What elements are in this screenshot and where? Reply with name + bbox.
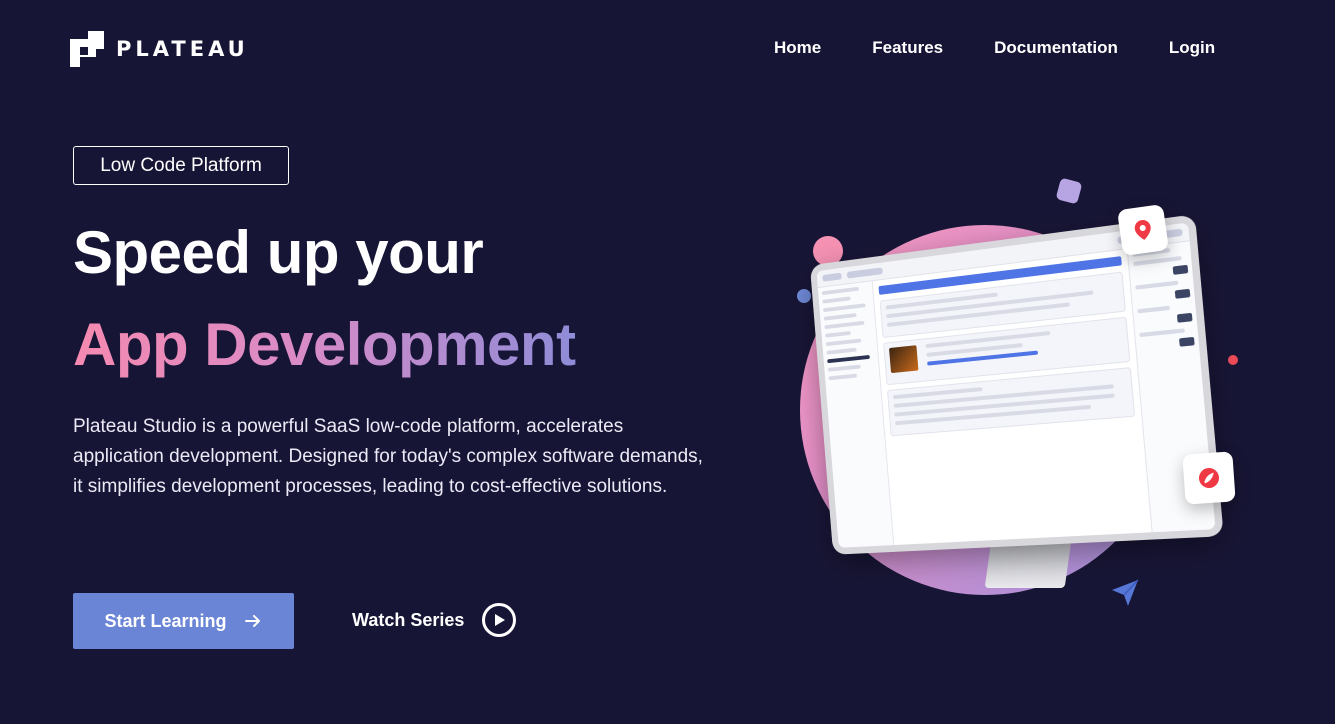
plateau-logo-icon [70,31,104,67]
nav-home[interactable]: Home [774,38,821,58]
watch-series-button[interactable]: Watch Series [352,603,517,637]
nav-login[interactable]: Login [1169,38,1215,58]
logo-text: PLATEAU [116,37,249,61]
headline-line-2: App Development [73,311,576,378]
headline-line-1: Speed up your [73,219,484,286]
location-pin-icon [1199,468,1219,488]
monitor-stand [984,540,1072,588]
nav-features[interactable]: Features [872,38,943,58]
app-screenshot [816,222,1216,548]
paper-plane-icon [1112,579,1139,606]
decor-dot-blue [797,289,811,303]
nav-documentation[interactable]: Documentation [994,38,1118,58]
main-nav: Home Features Documentation Login [774,38,1215,58]
start-learning-button[interactable]: Start Learning [73,593,294,649]
location-badge [1117,204,1169,256]
play-icon [482,603,517,637]
decor-dot-red [1228,355,1238,365]
logo[interactable]: PLATEAU [70,31,249,67]
category-tag: Low Code Platform [73,146,289,185]
decor-square [1055,177,1083,205]
location-pin-icon [1134,220,1151,240]
hero-description: Plateau Studio is a powerful SaaS low-co… [73,416,703,497]
hero-illustration [780,170,1260,630]
monitor-mockup [809,214,1224,555]
arrow-right-icon [244,615,260,627]
start-learning-label: Start Learning [104,610,227,631]
watch-series-label: Watch Series [352,609,465,630]
location-badge-2 [1182,451,1236,505]
